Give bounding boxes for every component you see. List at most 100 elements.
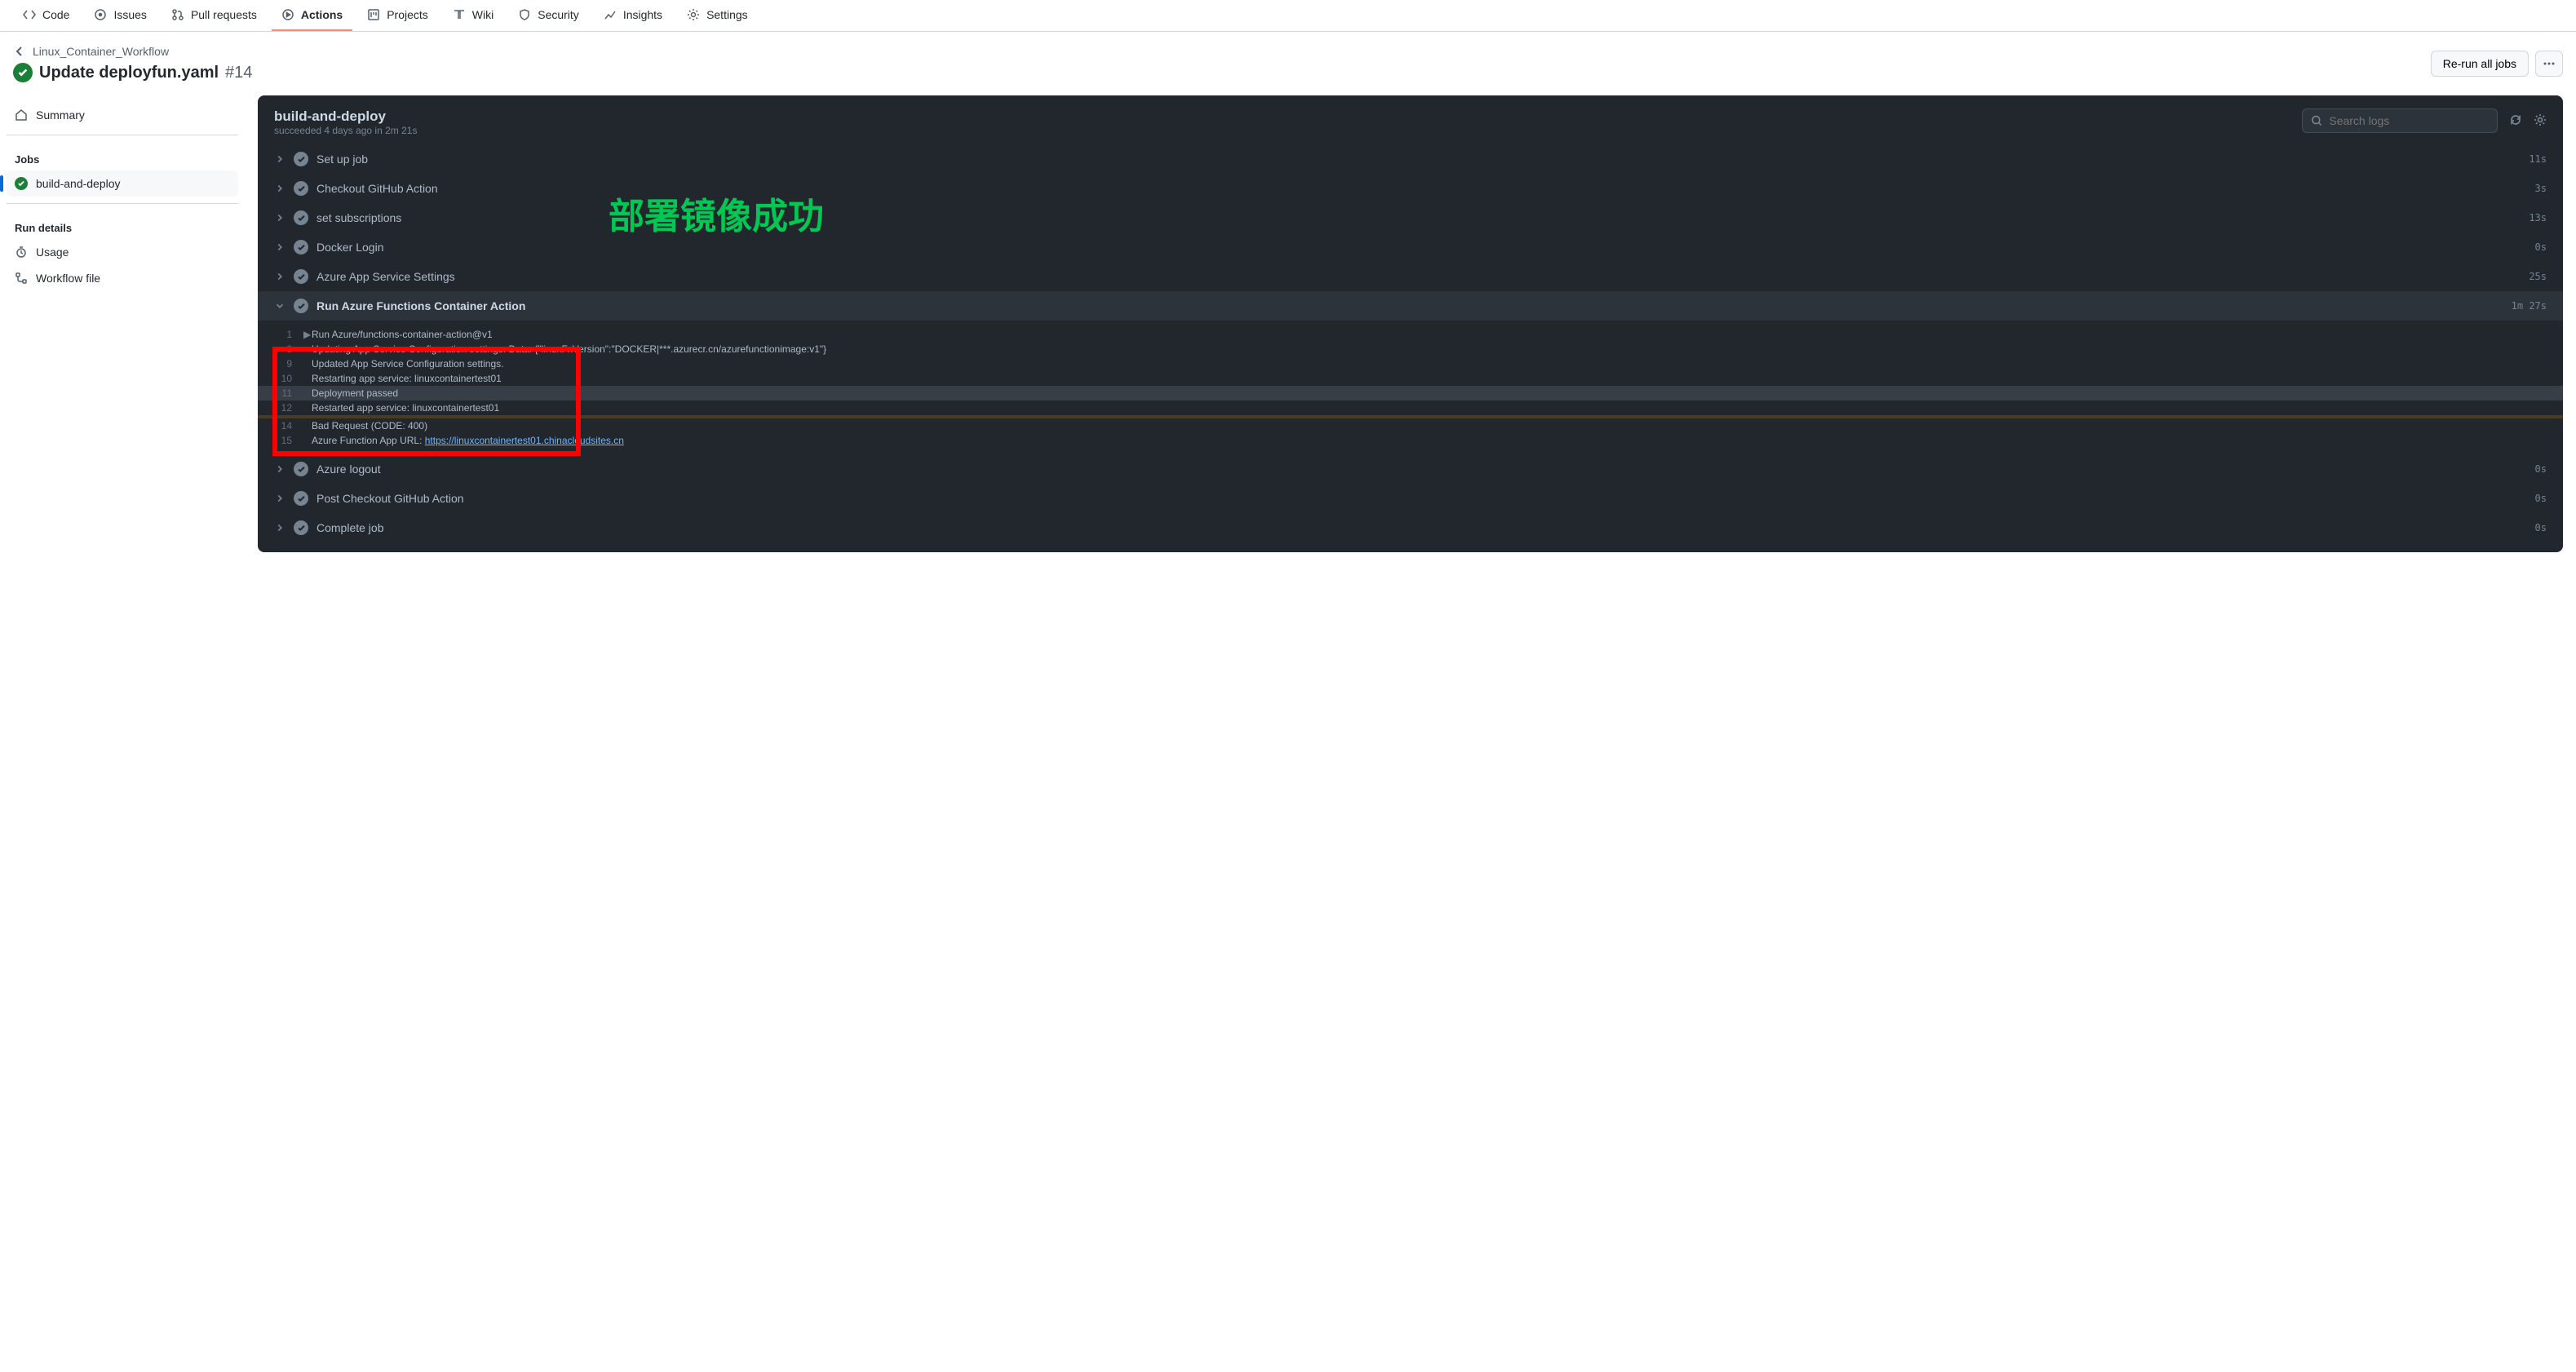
nav-code-label: Code — [42, 8, 69, 21]
home-icon — [15, 108, 28, 122]
log-line: 9Updated App Service Configuration setti… — [258, 356, 2563, 371]
log-line: 11Deployment passed — [258, 386, 2563, 401]
log-output: 1▶Run Azure/functions-container-action@v… — [258, 321, 2563, 454]
nav-actions-label: Actions — [301, 8, 343, 21]
chevron-right-icon — [274, 212, 285, 224]
nav-pulls[interactable]: Pull requests — [162, 0, 267, 31]
step-row[interactable]: Azure logout0s — [258, 454, 2563, 484]
sidebar-workflow-file[interactable]: Workflow file — [7, 265, 238, 291]
settings-button[interactable] — [2534, 113, 2547, 129]
check-circle-icon — [294, 240, 308, 254]
step-name: Checkout GitHub Action — [316, 182, 2535, 195]
nav-settings[interactable]: Settings — [677, 0, 758, 31]
check-circle-icon — [294, 210, 308, 225]
gear-icon — [687, 8, 700, 21]
sidebar-run-details-heading: Run details — [7, 210, 238, 239]
nav-wiki[interactable]: Wiki — [443, 0, 503, 31]
refresh-button[interactable] — [2509, 113, 2522, 129]
run-number: #14 — [225, 64, 252, 82]
breadcrumb-label: Linux_Container_Workflow — [33, 45, 169, 58]
gear-icon — [2534, 113, 2547, 126]
sidebar-job-label: build-and-deploy — [36, 177, 121, 190]
step-duration: 0s — [2535, 522, 2547, 533]
nav-issues-label: Issues — [113, 8, 146, 21]
log-line: 10Restarting app service: linuxcontainer… — [258, 371, 2563, 386]
sidebar-job-build-and-deploy[interactable]: build-and-deploy — [7, 170, 238, 197]
step-row[interactable]: Complete job0s — [258, 513, 2563, 542]
step-name: Azure logout — [316, 462, 2535, 476]
step-duration: 13s — [2529, 212, 2547, 224]
step-row[interactable]: Azure App Service Settings25s — [258, 262, 2563, 291]
chevron-right-icon — [274, 183, 285, 194]
search-logs[interactable] — [2302, 108, 2498, 133]
nav-settings-label: Settings — [706, 8, 748, 21]
sync-icon — [2509, 113, 2522, 126]
check-circle-icon — [15, 177, 28, 190]
step-name: Post Checkout GitHub Action — [316, 492, 2535, 505]
nav-security[interactable]: Security — [508, 0, 589, 31]
issue-icon — [94, 8, 107, 21]
kebab-menu-button[interactable] — [2535, 51, 2563, 77]
step-name: Run Azure Functions Container Action — [316, 299, 2512, 312]
log-panel-subtitle: succeeded 4 days ago in 2m 21s — [274, 125, 417, 136]
sidebar-jobs-heading: Jobs — [7, 142, 238, 170]
check-circle-icon — [294, 152, 308, 166]
chevron-right-icon — [274, 271, 285, 282]
check-circle-icon — [294, 299, 308, 313]
page-title: Update deployfun.yaml — [39, 64, 219, 82]
step-duration: 0s — [2535, 493, 2547, 504]
check-circle-icon — [294, 269, 308, 284]
step-duration: 25s — [2529, 271, 2547, 282]
repo-nav: Code Issues Pull requests Actions Projec… — [0, 0, 2576, 32]
chevron-down-icon — [274, 300, 285, 312]
nav-actions[interactable]: Actions — [272, 0, 352, 31]
search-input[interactable] — [2329, 114, 2489, 127]
nav-issues[interactable]: Issues — [84, 0, 156, 31]
log-url[interactable]: https://linuxcontainertest01.chinaclouds… — [425, 435, 624, 446]
rerun-button[interactable]: Re-run all jobs — [2431, 51, 2529, 77]
step-row[interactable]: Set up job11s — [258, 144, 2563, 174]
book-icon — [453, 8, 466, 21]
check-circle-icon — [294, 520, 308, 535]
project-icon — [367, 8, 380, 21]
step-duration: 3s — [2535, 183, 2547, 194]
nav-security-label: Security — [538, 8, 579, 21]
sidebar-summary[interactable]: Summary — [7, 102, 238, 128]
log-panel: build-and-deploy succeeded 4 days ago in… — [258, 95, 2563, 552]
log-line: 8Updating App Service Configuration sett… — [258, 342, 2563, 356]
step-row[interactable]: Checkout GitHub Action3s — [258, 174, 2563, 203]
step-row[interactable]: Docker Login0s — [258, 232, 2563, 262]
workflow-icon — [15, 272, 28, 285]
page-header: Linux_Container_Workflow Update deployfu… — [0, 32, 2576, 95]
nav-insights[interactable]: Insights — [594, 0, 672, 31]
search-icon — [2311, 114, 2322, 127]
stopwatch-icon — [15, 246, 28, 259]
breadcrumb[interactable]: Linux_Container_Workflow — [13, 45, 252, 58]
kebab-icon — [2543, 57, 2556, 70]
step-name: set subscriptions — [316, 211, 2529, 224]
step-duration: 11s — [2529, 153, 2547, 165]
sidebar-usage[interactable]: Usage — [7, 239, 238, 265]
chevron-right-icon — [274, 463, 285, 475]
log-line: 14Bad Request (CODE: 400) — [258, 418, 2563, 433]
divider — [7, 203, 238, 204]
step-name: Set up job — [316, 153, 2529, 166]
step-row[interactable]: Post Checkout GitHub Action0s — [258, 484, 2563, 513]
nav-code[interactable]: Code — [13, 0, 79, 31]
chevron-right-icon — [274, 493, 285, 504]
chevron-right-icon — [274, 522, 285, 533]
shield-icon — [518, 8, 531, 21]
log-line: 1▶Run Azure/functions-container-action@v… — [258, 327, 2563, 342]
nav-pulls-label: Pull requests — [191, 8, 257, 21]
log-panel-title: build-and-deploy — [274, 108, 417, 125]
check-circle-icon — [294, 181, 308, 196]
code-icon — [23, 8, 36, 21]
step-name: Azure App Service Settings — [316, 270, 2529, 283]
nav-wiki-label: Wiki — [472, 8, 494, 21]
step-list: Set up job11sCheckout GitHub Action3sset… — [258, 144, 2563, 552]
nav-projects[interactable]: Projects — [357, 0, 438, 31]
step-row[interactable]: Run Azure Functions Container Action1m 2… — [258, 291, 2563, 321]
sidebar-summary-label: Summary — [36, 108, 85, 122]
step-row[interactable]: set subscriptions13s — [258, 203, 2563, 232]
step-duration: 0s — [2535, 241, 2547, 253]
